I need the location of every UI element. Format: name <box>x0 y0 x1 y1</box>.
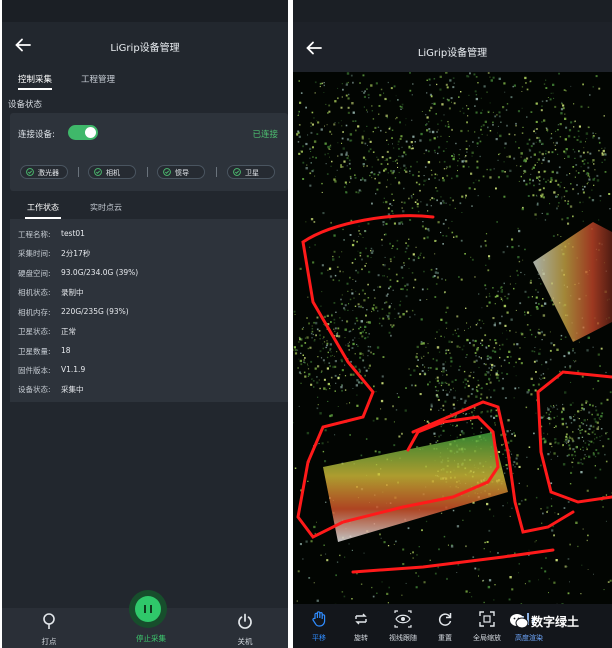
chip-ins: 惯导 <box>157 165 205 179</box>
status-row-collect-time: 采集时间: 2分17秒 <box>18 249 91 258</box>
tab-project-management[interactable]: 工程管理 <box>81 73 115 85</box>
section-title-device-status: 设备状态 <box>8 100 43 110</box>
pointcloud-canvas[interactable] <box>293 72 612 604</box>
chip-separator <box>147 167 148 177</box>
eye-icon <box>394 610 412 628</box>
shutdown-button[interactable]: 关机 <box>215 613 275 647</box>
boundary-line-right <box>536 370 612 504</box>
tool-global-zoom[interactable]: 全局缩放 <box>465 610 509 643</box>
status-row-device-state: 设备状态: 采集中 <box>18 385 84 394</box>
tab-control-collect[interactable]: 控制采集 <box>18 73 53 90</box>
connect-label: 连接设备: <box>18 130 55 140</box>
pause-icon <box>135 596 161 622</box>
toggle-knob <box>85 127 96 138</box>
chip-label: 卫星 <box>245 169 259 177</box>
fullscreen-icon <box>479 611 495 627</box>
rotate-icon <box>355 613 367 625</box>
mark-point-label: 打点 <box>41 637 57 646</box>
status-row-camera-memory: 相机内存: 220G/235G (93%) <box>18 307 129 317</box>
reset-icon <box>438 613 452 626</box>
building-block-bottom <box>323 432 508 542</box>
status-row-disk-space: 硬盘空间: 93.0G/234.0G (39%) <box>18 268 139 278</box>
mark-point-button[interactable]: 打点 <box>19 613 79 647</box>
check-circle-icon <box>163 168 171 176</box>
watermark-text: 数字绿土 <box>531 615 580 629</box>
status-row-satellite-count: 卫星数量: 18 <box>18 346 71 356</box>
connection-status: 已连接 <box>252 130 278 140</box>
pointcloud-screen: LiGrip设备管理 平移 旋转 视线跟随 重置 全局缩放 高度渲染 数字绿土 <box>293 0 612 648</box>
status-row-project-name: 工程名称: test01 <box>18 229 85 239</box>
chip-label: 激光器 <box>38 169 59 177</box>
main-tabs: 控制采集 工程管理 <box>2 70 288 92</box>
location-pin-icon <box>43 613 55 629</box>
boundary-line-left-bottom <box>351 548 555 574</box>
pointcloud-viewport[interactable] <box>293 72 612 604</box>
power-icon <box>238 613 252 629</box>
chip-label: 惯导 <box>175 169 189 177</box>
chip-label: 相机 <box>106 169 120 177</box>
top-bar: LiGrip设备管理 <box>293 22 612 72</box>
hand-icon <box>312 611 326 627</box>
chip-separator <box>216 167 217 177</box>
tool-follow-view[interactable]: 视线跟随 <box>381 610 425 643</box>
work-status-card: 工程名称: test01 采集时间: 2分17秒 硬盘空间: 93.0G/234.0G… <box>10 219 288 402</box>
status-row-camera-state: 相机状态: 录制中 <box>18 288 84 297</box>
check-circle-icon <box>233 168 241 176</box>
status-bar <box>293 0 612 22</box>
status-subtabs: 工作状态 实时点云 <box>10 195 288 219</box>
chip-separator <box>78 167 79 177</box>
page-title: LiGrip设备管理 <box>110 43 180 54</box>
top-bar: LiGrip设备管理 <box>2 22 288 70</box>
status-row-satellite-state: 卫星状态: 正常 <box>18 327 76 336</box>
subtab-realtime-pointcloud[interactable]: 实时点云 <box>90 202 122 213</box>
tool-reset[interactable]: 重置 <box>423 610 467 643</box>
status-bar <box>2 0 288 22</box>
building-block-right <box>533 222 612 342</box>
tool-rotate[interactable]: 旋转 <box>339 610 383 643</box>
status-row-firmware: 固件版本: V1.1.9 <box>18 365 86 375</box>
stop-collect-label: 停止采集 <box>136 634 166 643</box>
chip-laser: 激光器 <box>20 165 68 179</box>
device-management-screen: LiGrip设备管理 控制采集 工程管理 设备状态 连接设备: 已连接 激光器 … <box>2 0 288 648</box>
stop-collect-button[interactable] <box>129 590 167 628</box>
connection-card: 连接设备: 已连接 激光器 相机 惯导 卫星 <box>10 113 288 191</box>
watermark: 数字绿土 <box>505 612 609 630</box>
subtab-work-status[interactable]: 工作状态 <box>25 202 61 219</box>
chip-satellite: 卫星 <box>227 165 275 179</box>
shutdown-label: 关机 <box>237 637 253 646</box>
tool-pan[interactable]: 平移 <box>297 610 341 643</box>
chip-camera: 相机 <box>88 165 136 179</box>
check-circle-icon <box>26 168 34 176</box>
connect-toggle[interactable] <box>68 125 98 140</box>
check-circle-icon <box>94 168 102 176</box>
page-title: LiGrip设备管理 <box>417 48 488 59</box>
wechat-logo-icon <box>510 614 529 629</box>
